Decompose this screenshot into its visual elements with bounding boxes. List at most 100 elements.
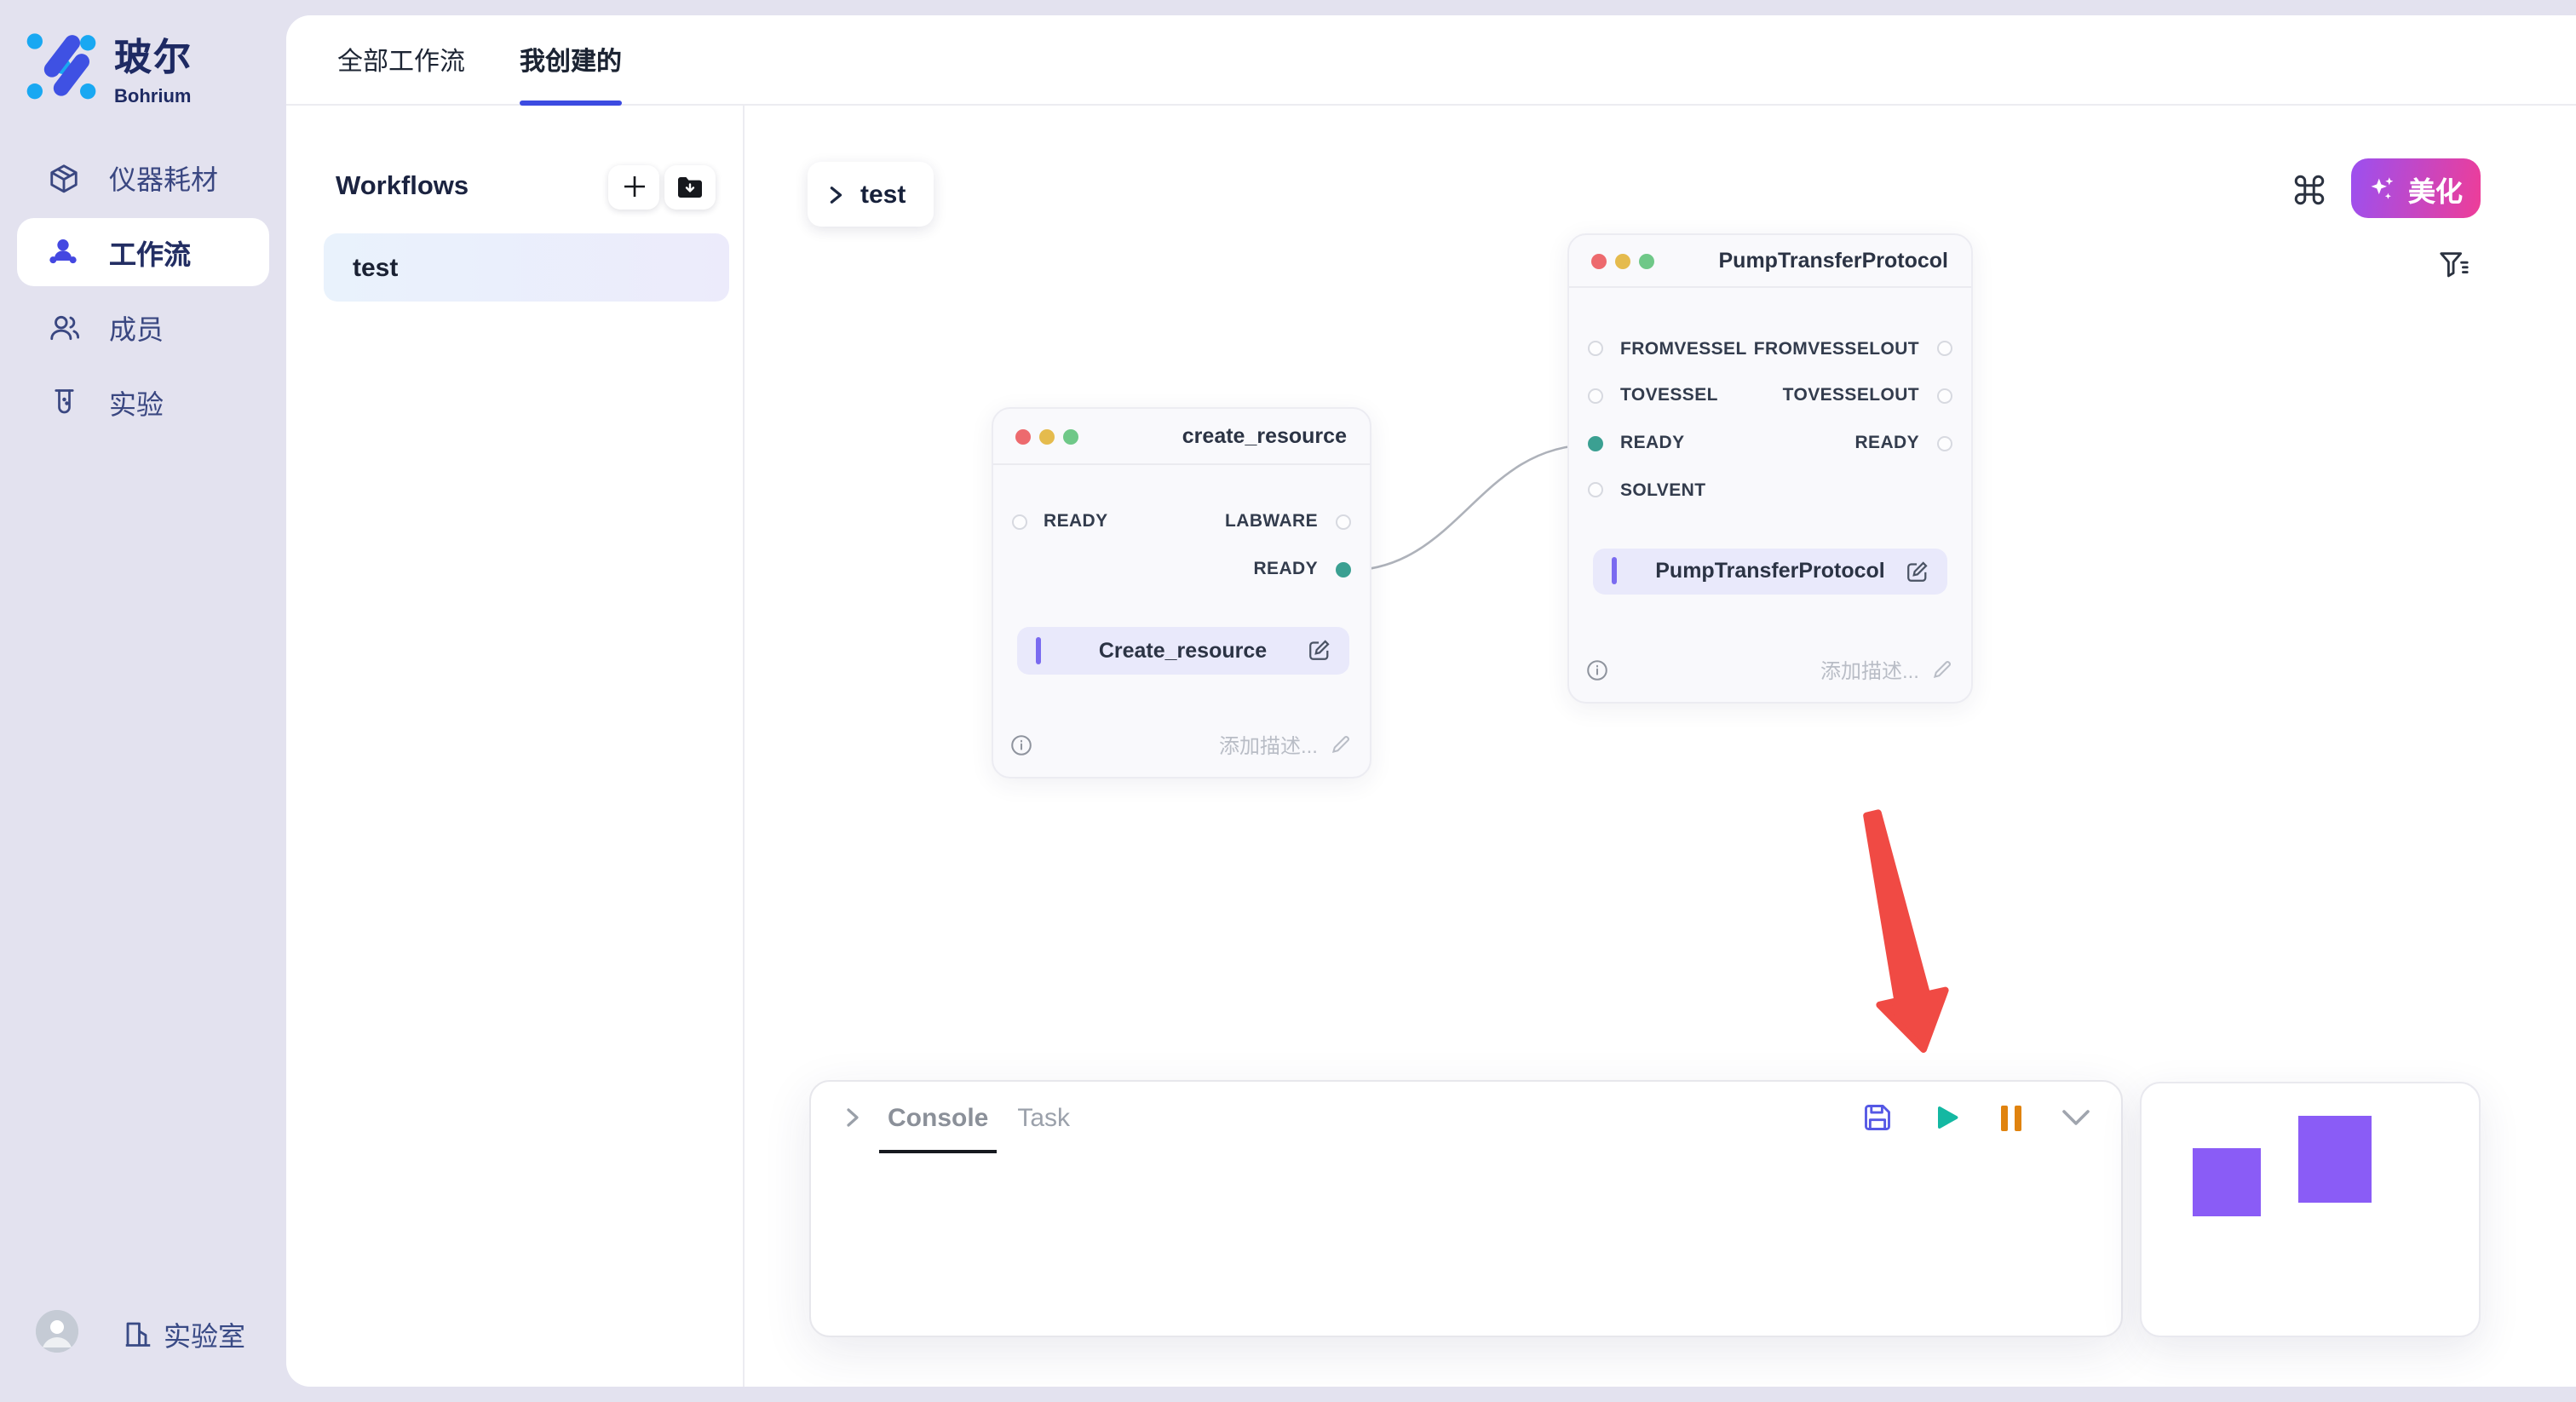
port-handle[interactable] — [1936, 341, 1952, 356]
tab-label: 全部工作流 — [337, 42, 465, 78]
collapse-chevron-icon[interactable] — [842, 1107, 862, 1128]
port-label: FROMVESSELOUT — [1754, 338, 1919, 359]
brand-name-zh: 玻尔 — [114, 27, 193, 82]
description-placeholder[interactable]: 添加描述... — [1219, 730, 1318, 759]
input-port-fromvessel[interactable]: FROMVESSEL — [1588, 338, 1747, 359]
workflow-item-label: test — [353, 253, 398, 282]
minimap-node-create-resource — [2192, 1148, 2261, 1216]
node-footer: 添加描述... — [1009, 727, 1350, 761]
port-label: READY — [1620, 433, 1685, 453]
port-handle[interactable] — [1335, 514, 1350, 529]
pill-cursor-bar — [1612, 558, 1616, 585]
port-handle[interactable] — [1588, 482, 1603, 497]
port-label: LABWARE — [1225, 511, 1318, 531]
node-name-pill[interactable]: Create_resource — [1017, 627, 1348, 674]
port-handle[interactable] — [1936, 388, 1952, 403]
pill-cursor-bar — [1036, 637, 1040, 664]
brand-name-en: Bohrium — [114, 87, 193, 107]
collapse-panel-button[interactable] — [2061, 1108, 2090, 1127]
play-icon — [1930, 1102, 1961, 1133]
import-folder-button[interactable] — [664, 164, 716, 209]
info-icon[interactable] — [1586, 658, 1608, 681]
task-tab[interactable]: Task — [1017, 1082, 1070, 1153]
input-port-ready[interactable]: READY — [1011, 511, 1108, 531]
flow-canvas[interactable]: test 美化 create_res — [745, 106, 2576, 1387]
port-handle-connected[interactable] — [1588, 435, 1603, 451]
traffic-green-dot — [1639, 253, 1654, 268]
test-tube-icon — [46, 385, 80, 419]
port-handle-connected[interactable] — [1335, 561, 1350, 577]
sidebar-item-instruments[interactable]: 仪器耗材 — [0, 143, 286, 211]
edit-pen-icon[interactable] — [1906, 560, 1929, 583]
node-header: create_resource — [992, 409, 1369, 465]
input-port-ready[interactable]: READY — [1588, 433, 1685, 453]
node-title: PumpTransferProtocol — [1719, 249, 1949, 273]
sidebar-item-label: 成员 — [109, 307, 164, 348]
node-header: PumpTransferProtocol — [1569, 235, 1970, 288]
port-handle[interactable] — [1588, 341, 1603, 356]
chevron-right-icon — [826, 185, 845, 204]
tab-created-by-me[interactable]: 我创建的 — [520, 14, 622, 105]
add-workflow-button[interactable] — [608, 164, 659, 209]
output-port-labware[interactable]: LABWARE — [1225, 511, 1350, 531]
lab-switcher[interactable]: 实验室 — [123, 1313, 245, 1354]
tab-all-workflows[interactable]: 全部工作流 — [337, 14, 465, 105]
pencil-icon[interactable] — [1330, 734, 1350, 755]
sidebar-item-label: 仪器耗材 — [109, 157, 218, 198]
output-port-tovesselout[interactable]: TOVESSELOUT — [1783, 385, 1952, 405]
minimap[interactable] — [2140, 1082, 2481, 1337]
sidebar-item-members[interactable]: 成员 — [0, 293, 286, 361]
console-header: Console Task — [811, 1082, 2121, 1153]
breadcrumb[interactable]: test — [808, 162, 934, 227]
users-icon — [46, 310, 80, 344]
input-port-solvent[interactable]: SOLVENT — [1588, 480, 1705, 500]
filter-button[interactable] — [2436, 247, 2470, 281]
traffic-yellow-dot — [1615, 253, 1630, 268]
breadcrumb-label: test — [860, 180, 906, 209]
annotation-arrow — [1835, 801, 1988, 1073]
command-palette-button[interactable] — [2288, 169, 2329, 210]
pause-icon — [1998, 1103, 2024, 1132]
console-tab[interactable]: Console — [888, 1082, 988, 1153]
plus-icon — [621, 174, 647, 199]
console-tab-label: Console — [888, 1103, 988, 1132]
port-handle[interactable] — [1588, 388, 1603, 403]
port-handle[interactable] — [1936, 435, 1952, 451]
node-footer: 添加描述... — [1586, 652, 1952, 687]
workflow-people-icon — [46, 235, 80, 269]
sidebar-nav: 仪器耗材 工作流 成员 实验 — [0, 143, 286, 443]
beautify-button[interactable]: 美化 — [2351, 158, 2481, 218]
output-port-ready[interactable]: READY — [1253, 559, 1350, 579]
user-avatar[interactable] — [36, 1310, 78, 1353]
input-port-tovessel[interactable]: TOVESSEL — [1588, 385, 1718, 405]
traffic-red-dot — [1591, 253, 1607, 268]
pencil-icon[interactable] — [1931, 659, 1952, 680]
sidebar-footer: 实验室 — [0, 1310, 286, 1354]
node-name-pill[interactable]: PumpTransferProtocol — [1593, 548, 1947, 595]
package-icon — [46, 160, 80, 194]
tab-label: 我创建的 — [520, 42, 622, 78]
output-port-fromvesselout[interactable]: FROMVESSELOUT — [1754, 338, 1952, 359]
building-icon — [123, 1319, 153, 1349]
port-label: TOVESSEL — [1620, 385, 1718, 405]
active-tab-underline — [520, 100, 622, 105]
run-button[interactable] — [1930, 1102, 1961, 1133]
info-icon[interactable] — [1009, 733, 1032, 756]
port-handle[interactable] — [1011, 514, 1026, 529]
workflow-list-item-test[interactable]: test — [324, 233, 729, 302]
node-pump-transfer-protocol[interactable]: PumpTransferProtocol FROMVESSEL TOVESSEL… — [1567, 233, 1972, 704]
sidebar-item-experiments[interactable]: 实验 — [0, 368, 286, 436]
output-port-ready[interactable]: READY — [1854, 433, 1952, 453]
edit-pen-icon[interactable] — [1308, 640, 1330, 662]
chevron-down-icon — [2061, 1108, 2090, 1127]
pause-button[interactable] — [1998, 1103, 2024, 1132]
console-panel: Console Task — [809, 1080, 2123, 1337]
save-button[interactable] — [1862, 1102, 1893, 1133]
sidebar-item-workflow[interactable]: 工作流 — [0, 218, 286, 286]
pill-label: PumpTransferProtocol — [1593, 560, 1947, 583]
description-placeholder[interactable]: 添加描述... — [1820, 655, 1919, 684]
node-create-resource[interactable]: create_resource READY LABWARE READY Crea… — [991, 407, 1371, 779]
console-tab-underline — [879, 1149, 997, 1153]
task-tab-label: Task — [1017, 1103, 1070, 1132]
folder-download-icon — [676, 175, 704, 198]
